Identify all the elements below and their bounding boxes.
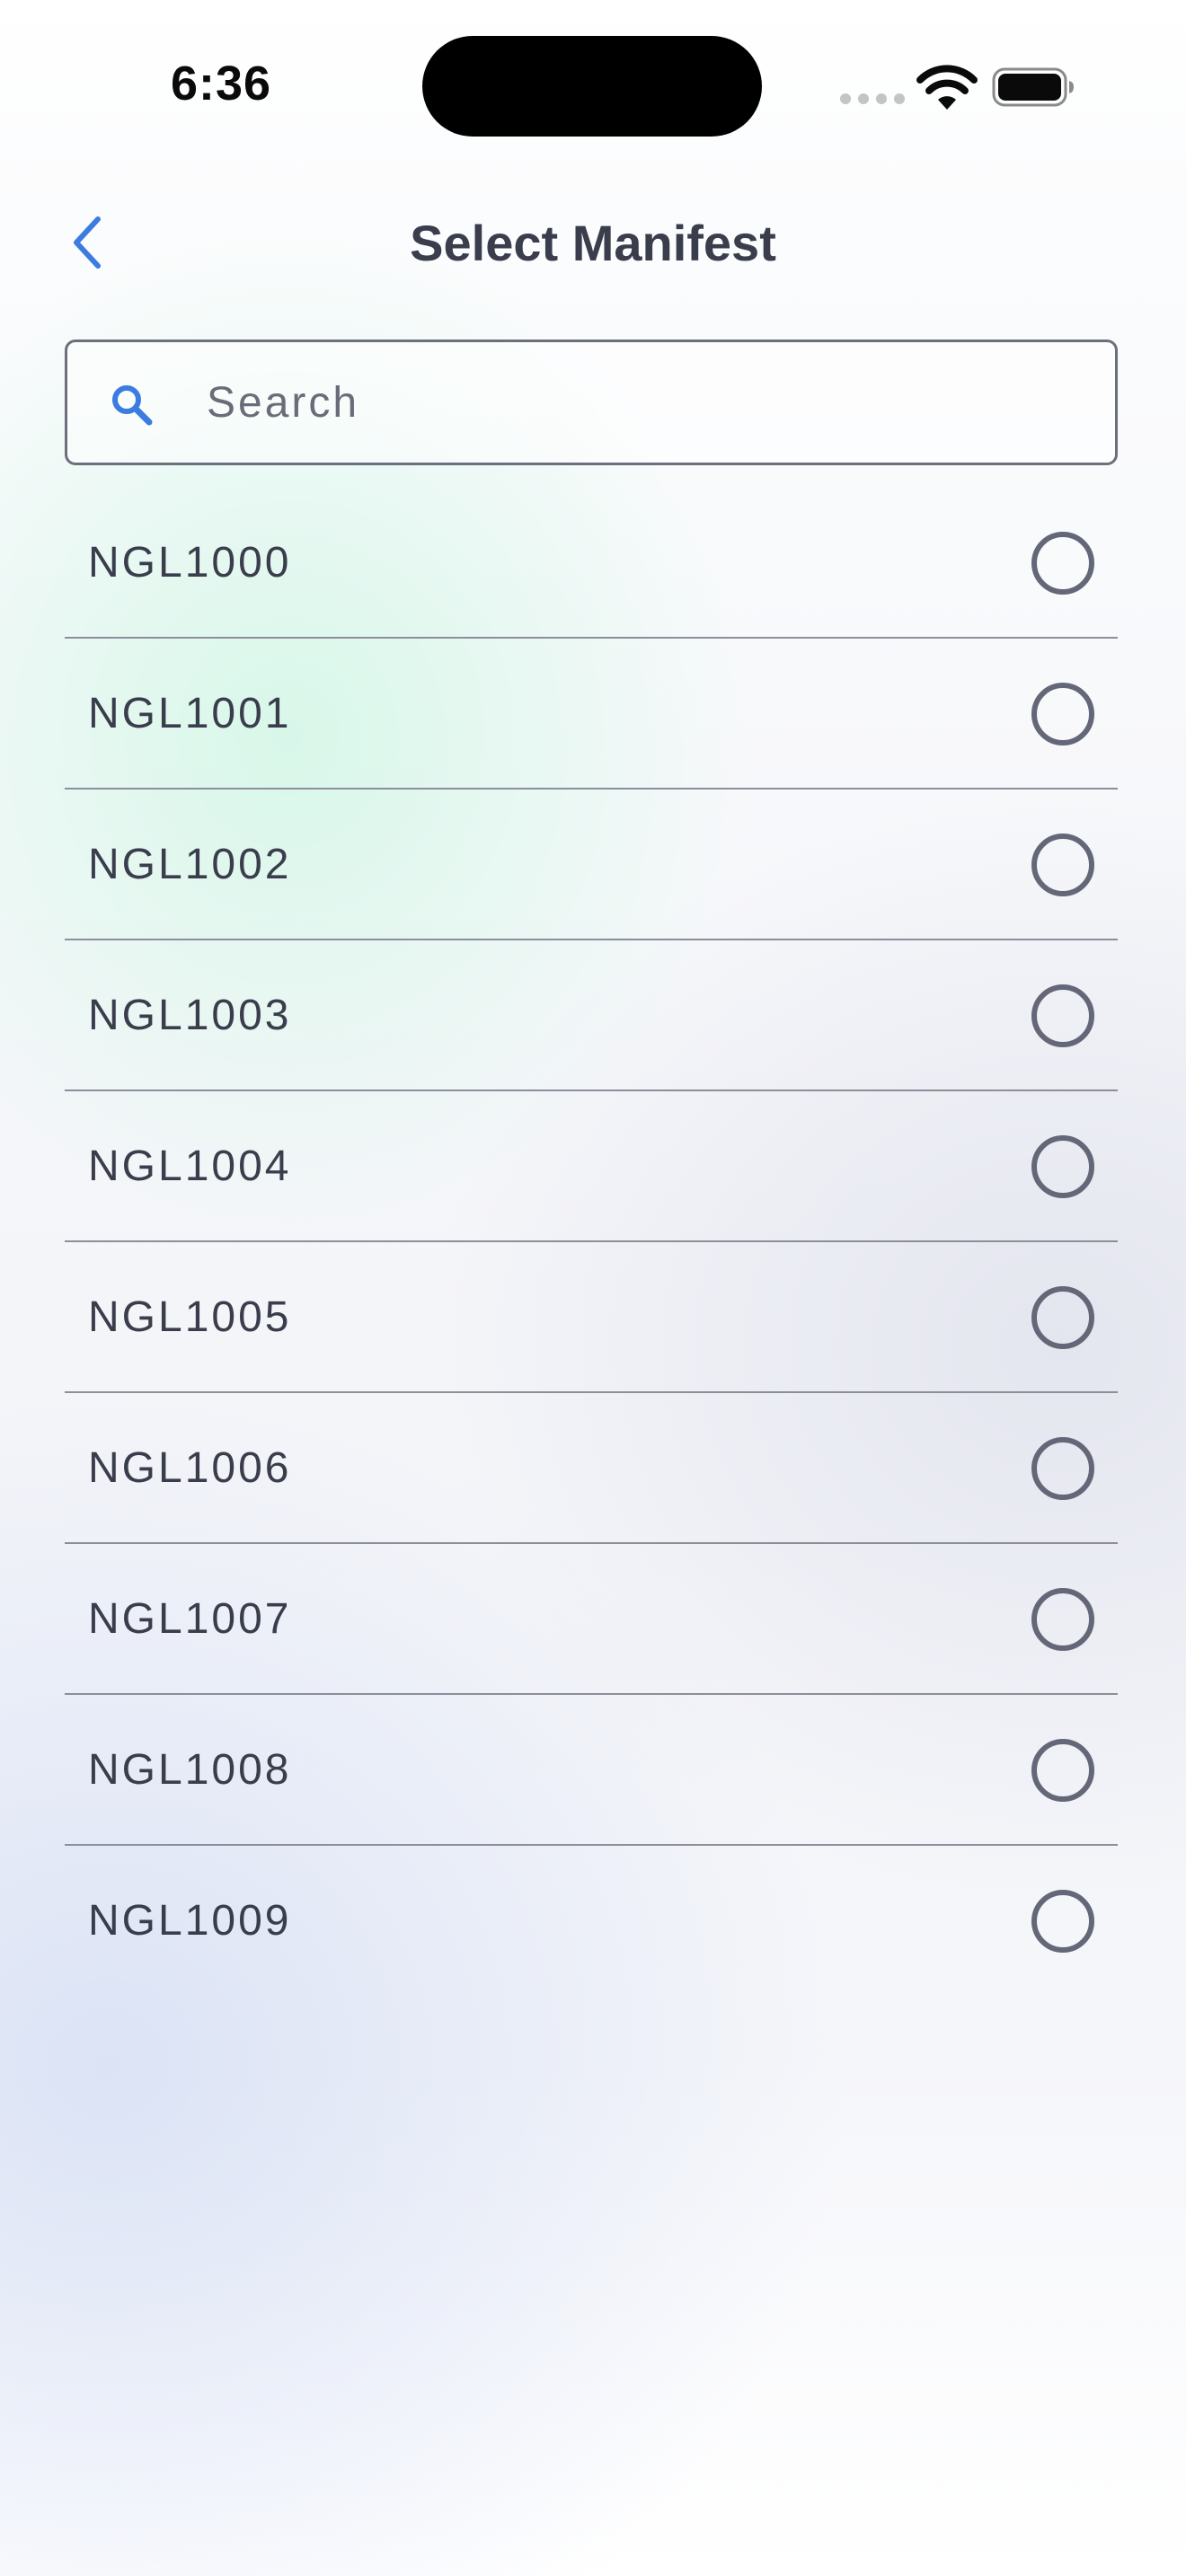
radio-button[interactable] <box>1031 683 1094 745</box>
manifest-label: NGL1005 <box>88 1293 292 1341</box>
manifest-label: NGL1002 <box>88 841 292 888</box>
page-title: Select Manifest <box>410 215 776 271</box>
radio-button[interactable] <box>1031 1890 1094 1953</box>
status-bar: 6:36 <box>0 0 1186 162</box>
list-item[interactable]: NGL1006 <box>65 1393 1118 1544</box>
list-item[interactable]: NGL1000 <box>65 488 1118 639</box>
cellular-signal-icon <box>840 93 905 104</box>
manifest-label: NGL1007 <box>88 1595 292 1643</box>
manifest-label: NGL1000 <box>88 539 292 587</box>
manifest-label: NGL1006 <box>88 1444 292 1492</box>
list-item[interactable]: NGL1008 <box>65 1695 1118 1846</box>
manifest-label: NGL1001 <box>88 690 292 737</box>
list-item[interactable]: NGL1001 <box>65 639 1118 790</box>
manifest-label: NGL1008 <box>88 1746 292 1794</box>
manifest-label: NGL1004 <box>88 1142 292 1190</box>
battery-icon <box>992 67 1074 107</box>
radio-button[interactable] <box>1031 1135 1094 1198</box>
radio-button[interactable] <box>1031 1739 1094 1802</box>
list-item[interactable]: NGL1009 <box>65 1846 1118 1997</box>
dynamic-island <box>422 36 762 137</box>
wifi-icon <box>916 65 978 110</box>
navigation-bar: Select Manifest <box>0 180 1186 305</box>
search-icon <box>112 385 153 426</box>
radio-button[interactable] <box>1031 532 1094 595</box>
radio-button[interactable] <box>1031 1437 1094 1500</box>
list-item[interactable]: NGL1002 <box>65 790 1118 940</box>
radio-button[interactable] <box>1031 1588 1094 1651</box>
status-time: 6:36 <box>171 57 272 110</box>
manifest-label: NGL1009 <box>88 1897 292 1945</box>
radio-button[interactable] <box>1031 984 1094 1047</box>
search-input[interactable] <box>207 342 1087 463</box>
search-field[interactable] <box>65 340 1118 465</box>
manifest-label: NGL1003 <box>88 992 292 1039</box>
list-item[interactable]: NGL1004 <box>65 1091 1118 1242</box>
radio-button[interactable] <box>1031 1286 1094 1349</box>
radio-button[interactable] <box>1031 834 1094 896</box>
manifest-list: NGL1000 NGL1001 NGL1002 NGL1003 NGL1004 … <box>65 488 1118 1997</box>
list-item[interactable]: NGL1005 <box>65 1242 1118 1393</box>
list-item[interactable]: NGL1003 <box>65 940 1118 1091</box>
list-item[interactable]: NGL1007 <box>65 1544 1118 1695</box>
